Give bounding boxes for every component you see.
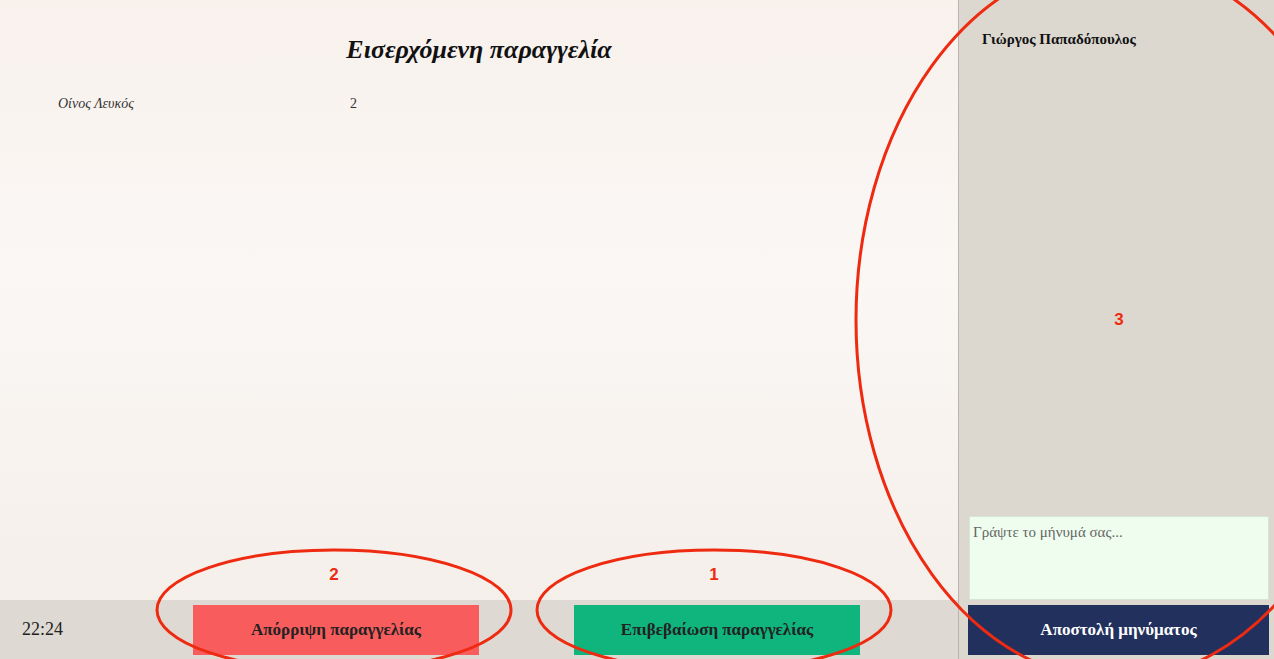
contact-name: Γιώργος Παπαδόπουλος (959, 0, 1274, 51)
annotation-marks (0, 0, 1274, 659)
chat-panel: Γιώργος Παπαδόπουλος Αποστολή μηνύματος (958, 0, 1274, 659)
reject-button[interactable]: Απόρριψη παραγγελίας (193, 605, 479, 655)
annotation-label: 1 (709, 562, 718, 588)
order-item: Οίνος Λευκός2 (0, 65, 958, 114)
send-button[interactable]: Αποστολή μηνύματος (968, 605, 1269, 655)
message-list (959, 51, 1274, 517)
annotation-ellipse (157, 550, 511, 659)
order-panel: Εισερχόμενη παραγγελίαΟίνος Λευκός222:24… (0, 0, 958, 659)
item-quantity: 2 (350, 93, 357, 114)
bottom-bar: 22:24 Απόρριψη παραγγελίας Επιβεβαίωση παρ… (0, 600, 958, 659)
annotation-layer: 1 2 3 (0, 0, 1274, 659)
time-label: 22:24 (22, 616, 172, 643)
confirm-button[interactable]: Επιβεβαίωση παραγγελίας (574, 605, 860, 655)
annotation-ellipse (856, 0, 1274, 659)
annotation-ellipse (537, 550, 891, 659)
item-name: Οίνος Λευκός (58, 93, 350, 114)
annotation-label: 2 (329, 562, 338, 588)
order-area: Εισερχόμενη παραγγελίαΟίνος Λευκός2 (0, 0, 958, 600)
order-screen: Εισερχόμενη παραγγελίαΟίνος Λευκός222:24… (0, 0, 1274, 659)
message-input[interactable] (969, 516, 1269, 600)
order-title: Εισερχόμενη παραγγελία (0, 0, 958, 65)
annotation-label: 3 (1114, 307, 1123, 333)
